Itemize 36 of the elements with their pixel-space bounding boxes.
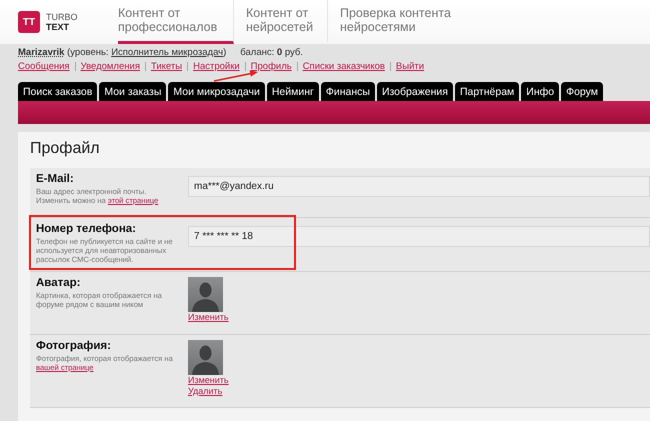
image-action-link[interactable]: Изменить	[188, 312, 229, 323]
page-title: Профайл	[30, 140, 100, 158]
user-info: Marizavrik (уровень: Исполнитель микрозадач)	[18, 46, 226, 58]
menu-tab[interactable]: Мои заказы	[99, 82, 166, 101]
menu-tab[interactable]: Нейминг	[266, 82, 319, 101]
field-label: Номер телефона:	[36, 223, 137, 235]
avatar-icon	[188, 340, 223, 375]
level-link[interactable]: Исполнитель микрозадач	[111, 46, 224, 58]
image-action-link[interactable]: Изменить	[188, 375, 229, 386]
nav-link[interactable]: Уведомления	[74, 62, 145, 71]
menu-tab[interactable]: Финансы	[320, 82, 375, 101]
avatar-icon	[188, 277, 223, 312]
nav-tab[interactable]: Контент от нейросетей	[246, 0, 328, 44]
logo-text: TURBO TEXT	[46, 12, 78, 32]
menu-tab[interactable]: Партнёрам	[454, 82, 520, 101]
balance-text: баланс: 0 руб.	[240, 46, 303, 58]
menu-tab[interactable]: Поиск заказов	[18, 82, 98, 101]
menu-tab[interactable]: Форум	[561, 82, 604, 101]
menu-tab[interactable]: Инфо	[521, 82, 560, 101]
nav-link[interactable]: Тикеты	[144, 62, 188, 71]
field-label: Фотография:	[36, 340, 112, 352]
menu-tab[interactable]: Изображения	[376, 82, 453, 101]
nav-tab[interactable]: Контент от профессионалов	[118, 0, 234, 44]
nav-tab[interactable]: Проверка контента нейросетями	[340, 0, 490, 44]
nav-link[interactable]: Сообщения	[18, 62, 75, 71]
nav-link[interactable]: Выйти	[390, 62, 430, 71]
image-action-link[interactable]: Удалить	[188, 386, 229, 397]
input-field[interactable]: ma***@yandex.ru	[188, 176, 650, 197]
annotation-arrow	[214, 70, 258, 82]
field-label: E-Mail:	[36, 173, 75, 185]
nav-link[interactable]: Списки заказчиков	[296, 62, 390, 71]
input-field[interactable]: 7 *** *** ** 18	[188, 226, 650, 247]
field-label: Аватар:	[36, 277, 82, 289]
logo-mark: TT	[18, 11, 40, 33]
nav-link[interactable]: Настройки	[187, 62, 245, 71]
menu-tab[interactable]: Мои микрозадачи	[168, 82, 265, 101]
